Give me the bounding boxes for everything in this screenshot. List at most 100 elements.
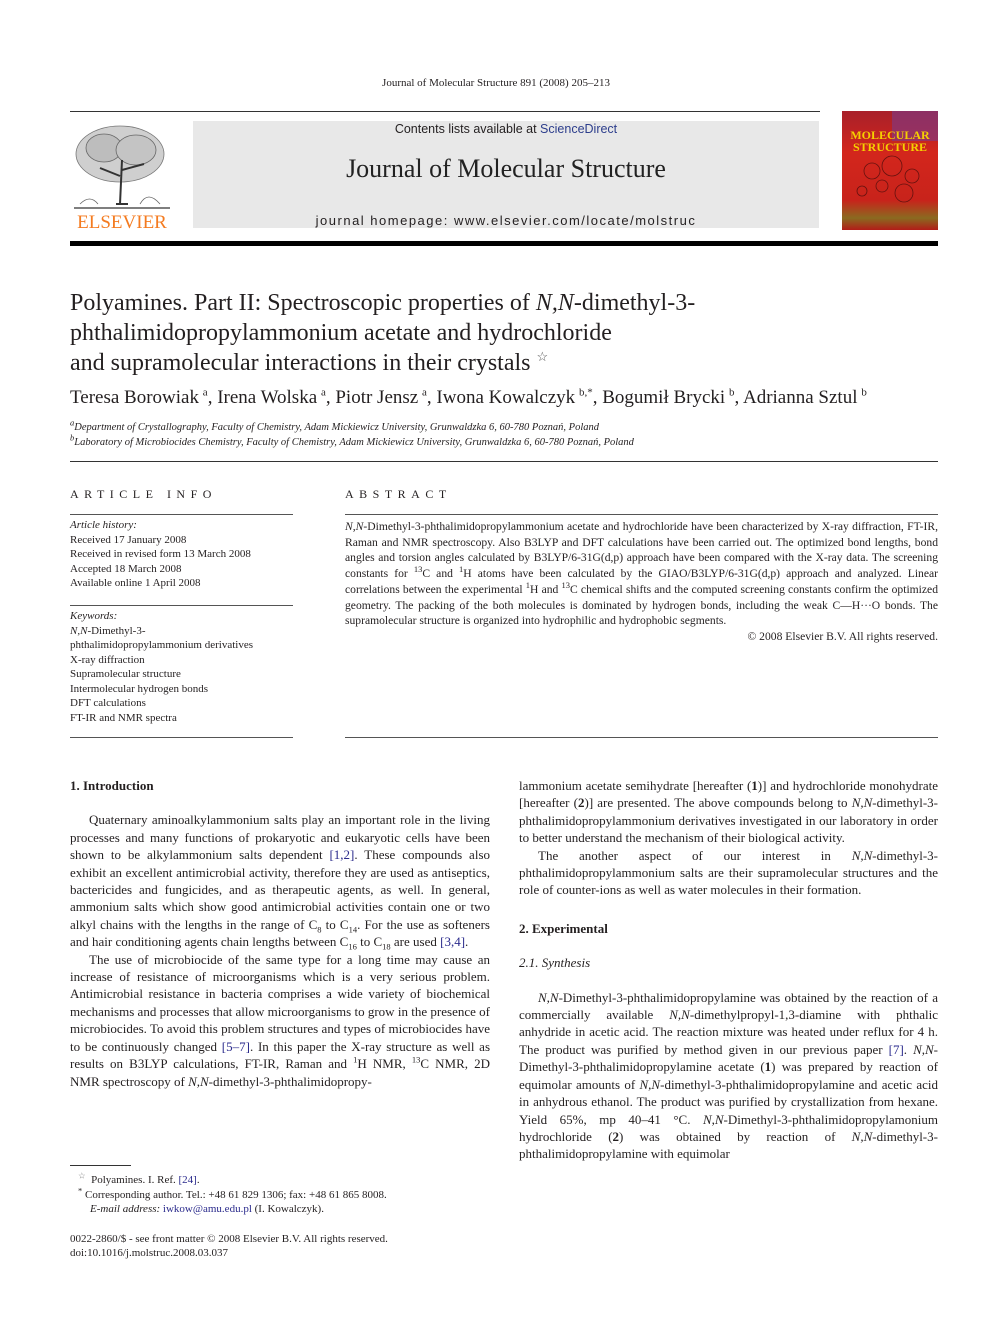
author-name: Piotr Jensz bbox=[335, 387, 419, 408]
footnote-title: ☆ Polyamines. I. Ref. [24]. bbox=[78, 1170, 200, 1186]
email-link[interactable]: iwkow@amu.edu.pl bbox=[163, 1203, 252, 1215]
body-text: . bbox=[903, 1041, 914, 1057]
body-text: The another aspect of our interest in bbox=[538, 847, 852, 863]
body-text: )] are presented. The above compounds be… bbox=[584, 795, 852, 811]
author[interactable]: Iwona Kowalczyk b,* bbox=[436, 387, 592, 408]
author-name: Bogumił Brycki bbox=[602, 387, 726, 408]
elsevier-logo[interactable]: ELSEVIER bbox=[70, 120, 174, 233]
cover-title-line2: STRUCTURE bbox=[853, 140, 927, 154]
citation-link[interactable]: [24] bbox=[179, 1174, 197, 1186]
paragraph: The use of microbiocide of the same type… bbox=[70, 951, 491, 1089]
elsevier-wordmark: ELSEVIER bbox=[77, 212, 167, 232]
title-text: N,N bbox=[535, 290, 574, 316]
divider bbox=[70, 461, 938, 462]
body-text: to C bbox=[321, 916, 349, 932]
title-text: Polyamines. Part II: Spectroscopic prope… bbox=[70, 290, 536, 316]
email-label: E-mail address: bbox=[90, 1203, 163, 1215]
body-text: N,N bbox=[188, 1073, 209, 1089]
article-history: Article history: Received 17 January 200… bbox=[70, 518, 295, 591]
author-affiliation-mark: b bbox=[861, 386, 867, 399]
subsection-heading-synthesis: 2.1. Synthesis bbox=[519, 955, 591, 971]
title-text: -dimethyl-3- bbox=[573, 290, 696, 316]
keyword: phthalimidopropylammonium derivatives bbox=[70, 639, 253, 651]
author-name: Irena Wolska bbox=[217, 387, 318, 408]
homepage-link[interactable]: www.elsevier.com/locate/molstruc bbox=[454, 213, 696, 228]
divider bbox=[70, 514, 293, 515]
citation-link[interactable]: [5–7] bbox=[222, 1039, 250, 1054]
author-list: Teresa Borowiak a, Irena Wolska a, Piotr… bbox=[70, 386, 867, 408]
journal-cover-image[interactable]: MOLECULAR STRUCTURE bbox=[842, 111, 938, 230]
footnote-email: E-mail address: iwkow@amu.edu.pl (I. Kow… bbox=[70, 1202, 500, 1217]
abstract-heading: ABSTRACT bbox=[345, 487, 452, 501]
author[interactable]: Piotr Jensz a bbox=[335, 387, 427, 408]
keyword: DFT calculations bbox=[70, 697, 146, 709]
abstract-body: N,N-Dimethyl-3-phthalimidopropylammonium… bbox=[345, 519, 938, 645]
subscript: 14 bbox=[348, 924, 358, 935]
contents-line: Contents lists available at ScienceDirec… bbox=[193, 121, 819, 136]
citation-link[interactable]: [3,4] bbox=[440, 934, 465, 949]
body-text: N,N bbox=[702, 1111, 724, 1127]
title-footnote-star-icon[interactable]: ☆ bbox=[537, 349, 549, 364]
superscript: 13 bbox=[561, 579, 571, 590]
body-text: H NMR, bbox=[357, 1056, 412, 1072]
body-text: N,N bbox=[669, 1007, 690, 1023]
affiliation: bLaboratory of Microbiocides Chemistry, … bbox=[70, 433, 634, 448]
section-heading-experimental: 2. Experimental bbox=[519, 920, 608, 936]
publication-info: 0022-2860/$ - see front matter © 2008 El… bbox=[70, 1232, 500, 1260]
journal-title: Journal of Molecular Structure bbox=[346, 154, 666, 183]
doi-line[interactable]: doi:10.1016/j.molstruc.2008.03.037 bbox=[70, 1246, 500, 1260]
abstract-paragraph: N,N-Dimethyl-3-phthalimidopropylammonium… bbox=[345, 519, 938, 629]
footnote-text: Corresponding author. Tel.: +48 61 829 1… bbox=[85, 1188, 387, 1201]
article-title: Polyamines. Part II: Spectroscopic prope… bbox=[70, 288, 850, 378]
footnote-text: (I. Kowalczyk). bbox=[251, 1203, 324, 1215]
sciencedirect-link[interactable]: ScienceDirect bbox=[540, 122, 617, 136]
history-item: Available online 1 April 2008 bbox=[70, 577, 201, 589]
abstract-copyright: © 2008 Elsevier B.V. All rights reserved… bbox=[747, 629, 938, 643]
title-text: and supramolecular interactions in their… bbox=[70, 350, 531, 376]
footnote-star-icon: ☆ bbox=[78, 1170, 86, 1181]
author[interactable]: Teresa Borowiak a bbox=[70, 387, 208, 408]
history-item: Received 17 January 2008 bbox=[70, 533, 187, 546]
history-item: Received in revised form 13 March 2008 bbox=[70, 548, 251, 560]
author[interactable]: Irena Wolska a bbox=[217, 387, 326, 408]
body-column-right: lammonium acetate semihydrate [hereafter… bbox=[519, 777, 938, 1163]
author[interactable]: Adrianna Sztul b bbox=[743, 387, 867, 408]
divider bbox=[70, 737, 293, 738]
divider bbox=[70, 605, 293, 606]
body-text: are used bbox=[390, 934, 441, 950]
author-affiliation-mark: b bbox=[729, 386, 735, 399]
paragraph: The another aspect of our interest in N,… bbox=[519, 847, 938, 899]
citation-link[interactable]: [1,2] bbox=[329, 847, 354, 862]
section-heading-introduction: 1. Introduction bbox=[70, 778, 154, 793]
keyword: Supramolecular structure bbox=[70, 668, 181, 680]
keyword: Intermolecular hydrogen bonds bbox=[70, 682, 209, 695]
header-thick-rule bbox=[70, 241, 938, 246]
article-info-heading: ARTICLE INFO bbox=[70, 487, 217, 501]
elsevier-tree-icon: ELSEVIER bbox=[70, 120, 174, 233]
running-head: Journal of Molecular Structure 891 (2008… bbox=[382, 77, 610, 89]
author-name: Iwona Kowalczyk bbox=[436, 387, 576, 408]
divider bbox=[345, 514, 938, 515]
affiliation: aDepartment of Crystallography, Faculty … bbox=[70, 418, 600, 433]
author[interactable]: Bogumił Brycki b bbox=[602, 387, 734, 408]
history-item: Accepted 18 March 2008 bbox=[70, 562, 182, 575]
abstract-text: H and bbox=[530, 582, 562, 596]
affiliation-text: Department of Crystallography, Faculty o… bbox=[74, 422, 600, 433]
abstract-text: N,N bbox=[345, 520, 364, 533]
keyword: X-ray diffraction bbox=[70, 653, 145, 666]
keyword-text: N,N bbox=[70, 624, 88, 637]
journal-banner: Contents lists available at ScienceDirec… bbox=[193, 121, 819, 228]
keyword: N,N-Dimethyl-3- bbox=[70, 624, 295, 639]
paragraph: N,N-Dimethyl-3-phthalimidopropylamine wa… bbox=[519, 989, 938, 1163]
author-affiliation-mark: a bbox=[422, 386, 427, 399]
homepage-label: journal homepage: bbox=[315, 213, 454, 228]
journal-homepage: journal homepage: www.elsevier.com/locat… bbox=[193, 213, 819, 228]
keyword: FT-IR and NMR spectra bbox=[70, 711, 177, 724]
keywords: Keywords: N,N-Dimethyl-3- phthalimidopro… bbox=[70, 609, 295, 725]
body-text: to C bbox=[356, 934, 383, 950]
body-text: ) was obtained by reaction of bbox=[619, 1128, 852, 1144]
citation-link[interactable]: [7] bbox=[889, 1042, 904, 1057]
author-affiliation-mark: b,* bbox=[578, 386, 593, 399]
issn-line: 0022-2860/$ - see front matter © 2008 El… bbox=[70, 1233, 388, 1245]
divider bbox=[345, 737, 938, 738]
